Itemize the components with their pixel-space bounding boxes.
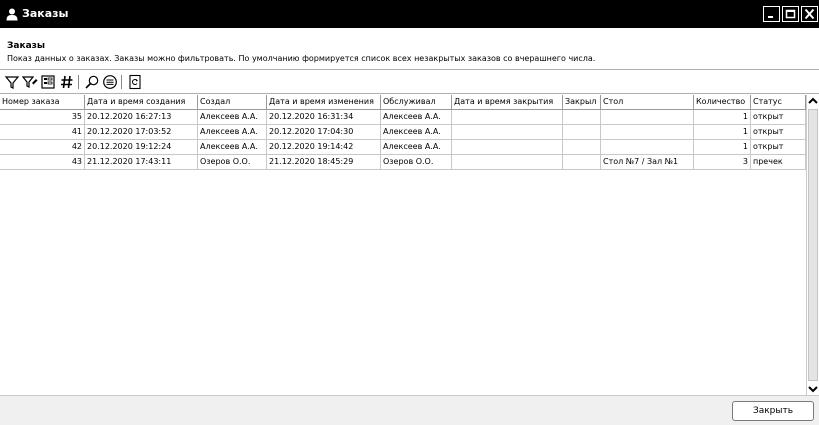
header-col-created-at[interactable]: Дата и время создания [85,95,198,110]
list-icon[interactable] [102,74,118,90]
minimize-icon [768,16,773,18]
scroll-down-icon[interactable] [807,382,819,395]
refresh-icon[interactable] [127,74,143,90]
header-col-created-by[interactable]: Создал [198,95,267,110]
header-col-status[interactable]: Статус [751,95,806,110]
cell-col-closed-at [452,140,563,155]
cell-col-served-by: Алексеев А.А. [381,125,452,140]
cell-col-quantity: 1 [694,110,751,125]
cell-col-closed-by [563,110,601,125]
table-row[interactable]: 42 20.12.2020 19:12:24 Алексеев А.А. 20.12.… [0,140,806,155]
filter-edit-icon[interactable] [22,74,38,90]
orders-window: Заказы Заказы Показ данных о заказах. За… [0,0,819,425]
cell-col-table [601,125,694,140]
cell-col-created-at: 20.12.2020 16:27:13 [85,110,198,125]
cell-col-closed-at [452,110,563,125]
minimize-button[interactable] [763,6,780,22]
title-bar[interactable]: Заказы [0,0,819,28]
page-description: Показ данных о заказах. Заказы можно фил… [7,54,596,63]
cell-col-modified-at: 20.12.2020 19:14:42 [267,140,381,155]
cell-col-closed-at [452,125,563,140]
cell-col-created-at: 20.12.2020 19:12:24 [85,140,198,155]
cell-col-table [601,140,694,155]
page-title: Заказы [7,41,46,51]
table-row[interactable]: 43 21.12.2020 17:43:11 Озеров О.О. 21.12.20… [0,155,806,170]
scrollbar-thumb[interactable] [808,109,818,381]
vertical-scrollbar[interactable] [806,95,819,395]
cell-col-order-number: 42 [0,140,85,155]
header-col-table[interactable]: Стол [601,95,694,110]
cell-col-closed-at [452,155,563,170]
scroll-up-icon[interactable] [807,95,819,108]
cell-col-closed-by [563,140,601,155]
close-window-button[interactable] [801,6,818,22]
cell-col-status: открыт [751,125,806,140]
header-col-closed-at[interactable]: Дата и время закрытия [452,95,563,110]
filter-icon[interactable] [4,74,20,90]
cell-col-served-by: Алексеев А.А. [381,140,452,155]
cell-col-status: пречек [751,155,806,170]
window-title: Заказы [22,7,69,20]
header-col-quantity[interactable]: Количество [694,95,751,110]
form-icon[interactable] [40,74,56,90]
cell-col-table: Стол №7 / Зал №1 [601,155,694,170]
cell-col-created-at: 20.12.2020 17:03:52 [85,125,198,140]
orders-table: Номер заказа Дата и время создания Создал Д… [0,95,806,395]
cell-col-created-by: Алексеев А.А. [198,125,267,140]
header-col-order-number[interactable]: Номер заказа [0,95,85,110]
table-row[interactable]: 35 20.12.2020 16:27:13 Алексеев А.А. 20.12.… [0,110,806,125]
close-button[interactable]: Закрыть [732,401,814,421]
cell-col-created-by: Алексеев А.А. [198,140,267,155]
table-row[interactable]: 41 20.12.2020 17:03:52 Алексеев А.А. 20.12.… [0,125,806,140]
info-header: Заказы Показ данных о заказах. Заказы мо… [0,28,819,70]
cell-col-table [601,110,694,125]
cell-col-served-by: Алексеев А.А. [381,110,452,125]
maximize-button[interactable] [782,6,799,22]
cell-col-modified-at: 21.12.2020 18:45:29 [267,155,381,170]
cell-col-created-by: Озеров О.О. [198,155,267,170]
cell-col-quantity: 1 [694,125,751,140]
cell-col-served-by: Озеров О.О. [381,155,452,170]
cell-col-created-by: Алексеев А.А. [198,110,267,125]
footer-bar: Закрыть [0,395,819,425]
cell-col-order-number: 35 [0,110,85,125]
header-col-modified-at[interactable]: Дата и время изменения [267,95,381,110]
cell-col-closed-by [563,125,601,140]
toolbar [0,70,819,94]
close-icon [804,8,815,20]
cell-col-closed-by [563,155,601,170]
toolbar-separator [78,75,79,89]
user-icon [6,8,18,21]
cell-col-status: открыт [751,110,806,125]
cell-col-status: открыт [751,140,806,155]
cell-col-modified-at: 20.12.2020 16:31:34 [267,110,381,125]
search-icon[interactable] [84,74,100,90]
table-header-row: Номер заказа Дата и время создания Создал Д… [0,95,806,110]
cell-col-order-number: 43 [0,155,85,170]
cell-col-quantity: 1 [694,140,751,155]
toolbar-separator [121,75,122,89]
hash-icon[interactable] [59,74,75,90]
maximize-icon [785,9,796,19]
cell-col-modified-at: 20.12.2020 17:04:30 [267,125,381,140]
cell-col-order-number: 41 [0,125,85,140]
cell-col-created-at: 21.12.2020 17:43:11 [85,155,198,170]
cell-col-quantity: 3 [694,155,751,170]
header-col-served-by[interactable]: Обслуживал [381,95,452,110]
header-col-closed-by[interactable]: Закрыл [563,95,601,110]
